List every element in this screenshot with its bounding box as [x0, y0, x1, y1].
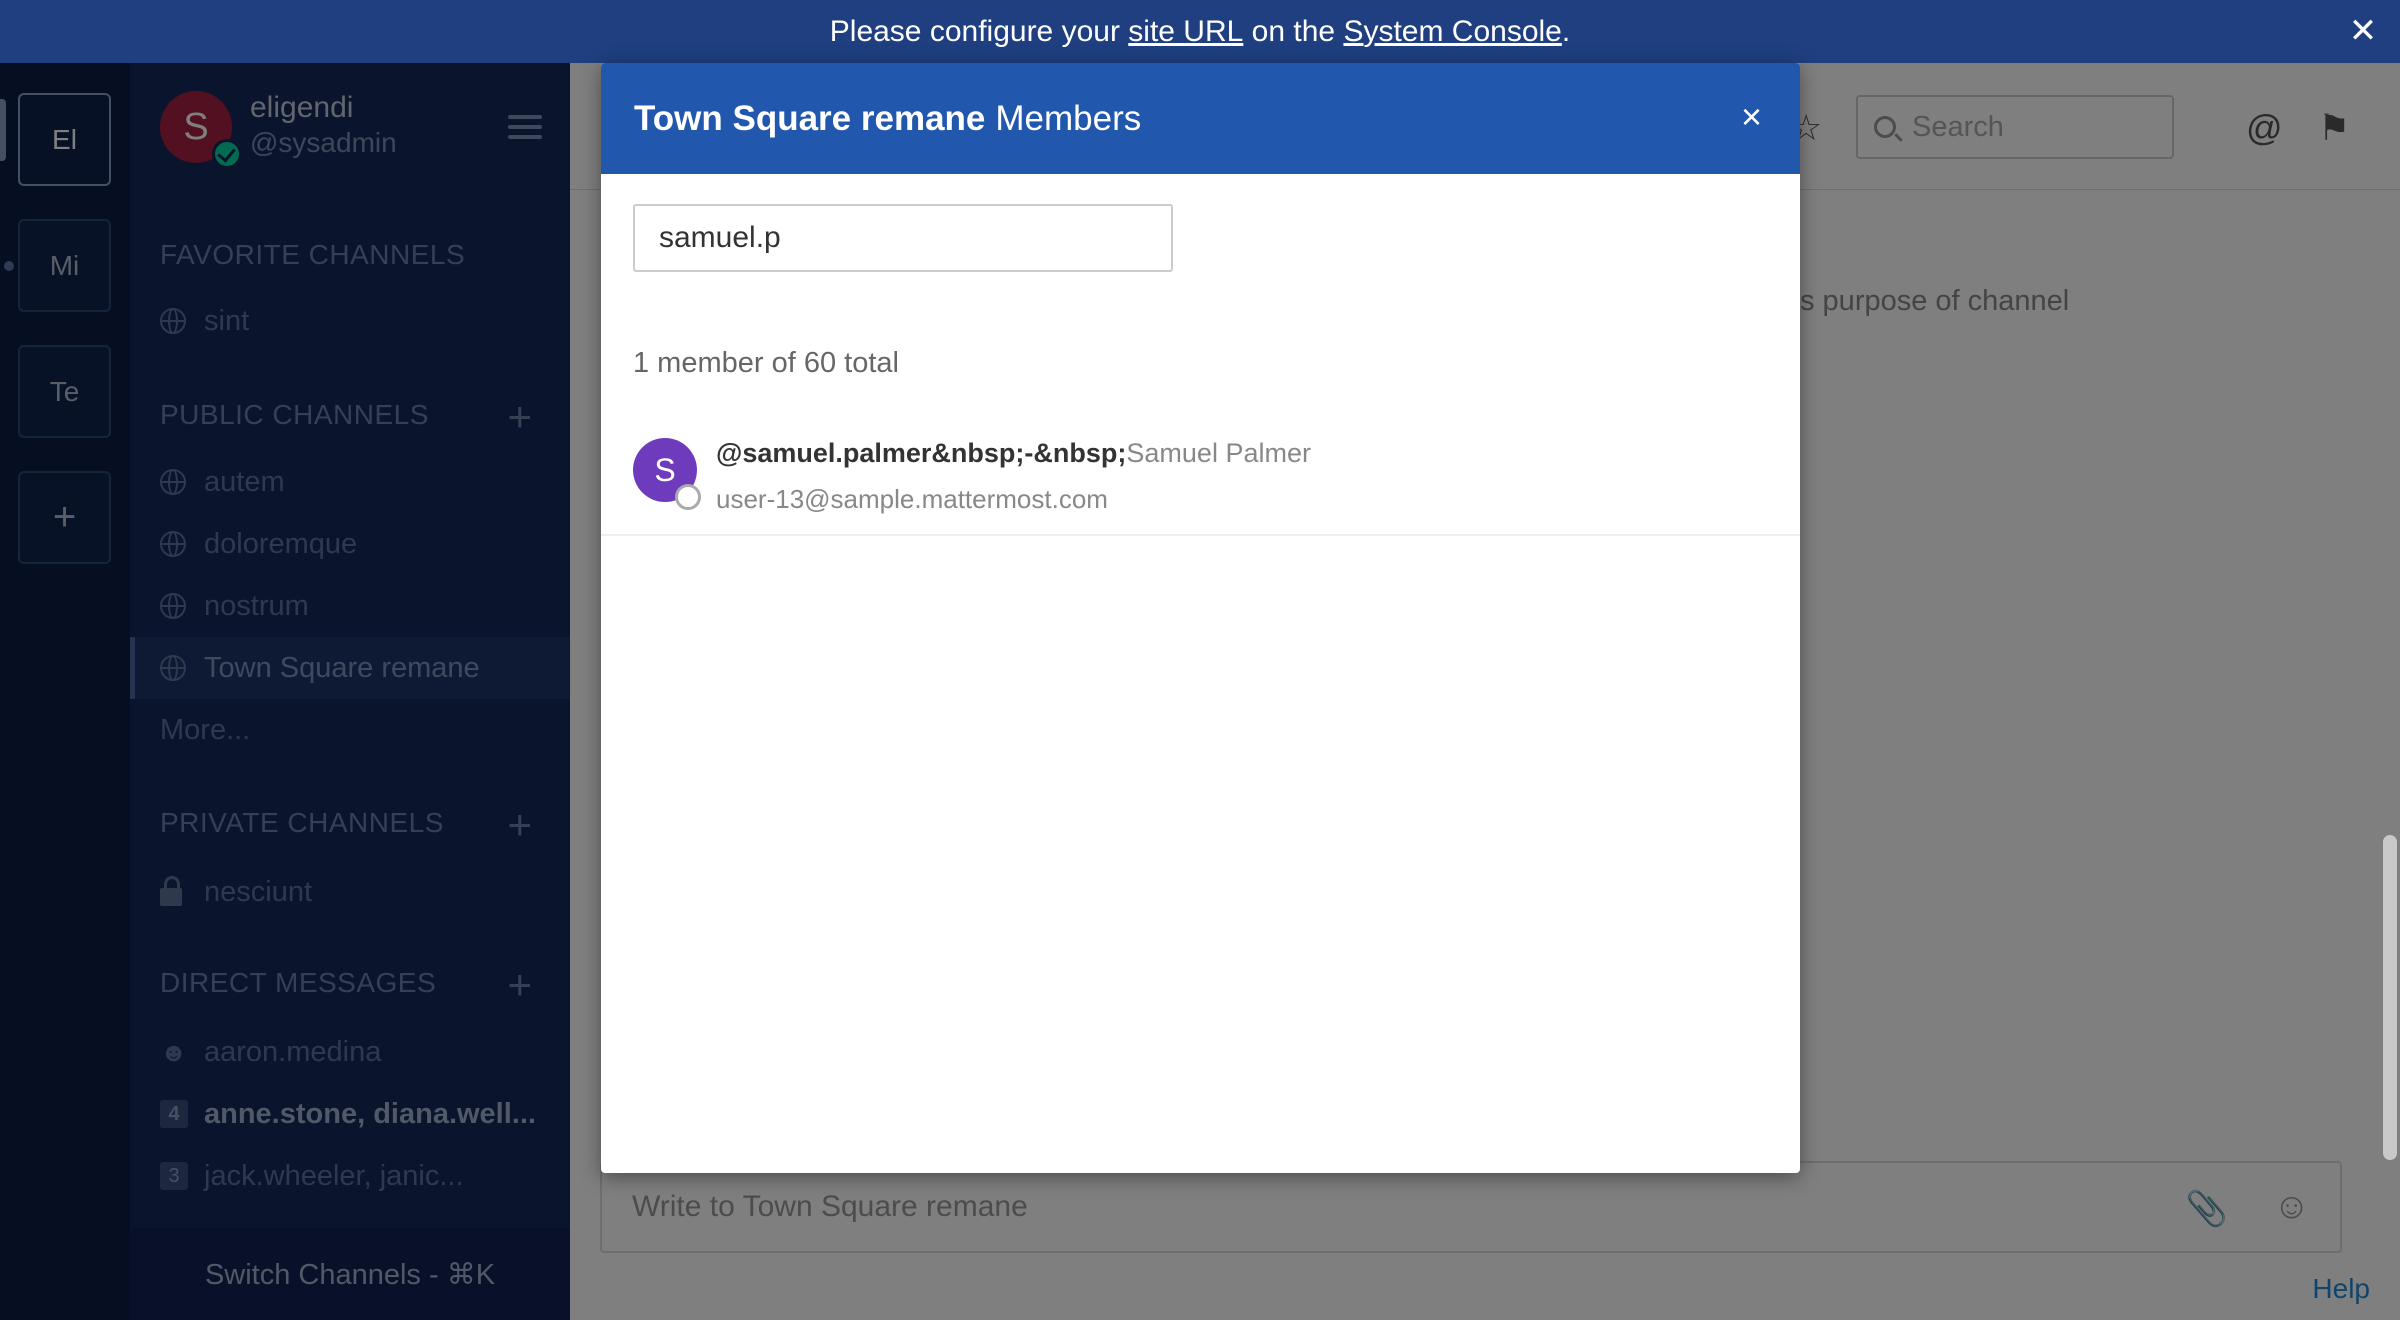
modal-channel-name: Town Square remane: [634, 98, 986, 138]
banner-text: on the: [1251, 14, 1336, 48]
banner-text: .: [1561, 14, 1571, 48]
modal-title-suffix: Members: [995, 98, 1142, 138]
system-console-link[interactable]: System Console: [1343, 15, 1561, 49]
member-full-name: Samuel Palmer: [1126, 438, 1311, 468]
offline-status-icon: [675, 484, 701, 510]
scrollbar[interactable]: [2383, 835, 2397, 1160]
member-count-text: 1 member of 60 total: [633, 347, 899, 379]
modal-header: Town Square remane Members ×: [601, 63, 1800, 174]
close-icon[interactable]: ✕: [2344, 12, 2382, 50]
member-username: @samuel.palmer&nbsp;-&nbsp;: [716, 438, 1127, 468]
site-url-link[interactable]: site URL: [1128, 15, 1243, 49]
banner-text: Please configure your: [829, 14, 1120, 48]
channel-members-modal: Town Square remane Members × 1 member of…: [601, 63, 1800, 1173]
member-search-input[interactable]: [633, 204, 1173, 272]
member-email: user-13@sample.mattermost.com: [716, 484, 1108, 514]
announcement-banner: Please configure your site URL on the Sy…: [0, 0, 2400, 63]
close-icon[interactable]: ×: [1741, 97, 1762, 137]
member-name: @samuel.palmer&nbsp;-&nbsp;Samuel Palmer: [716, 438, 1311, 469]
list-item[interactable]: S @samuel.palmer&nbsp;-&nbsp;Samuel Palm…: [601, 408, 1800, 536]
